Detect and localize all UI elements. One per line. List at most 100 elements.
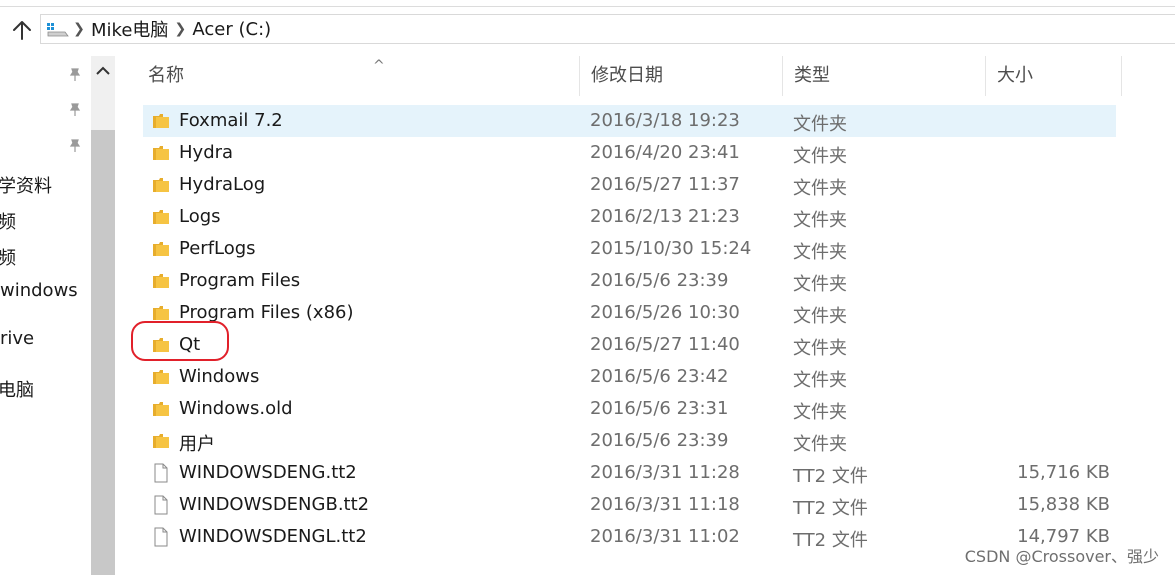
column-divider[interactable] [1121, 56, 1122, 96]
chevron-right-icon[interactable]: ❯ [170, 21, 190, 37]
folder-icon [151, 335, 171, 355]
file-row[interactable]: Foxmail 7.2 2016/3/18 19:23 文件夹 [143, 105, 1116, 137]
file-type: 文件夹 [793, 210, 847, 231]
folder-icon [151, 367, 171, 387]
nav-item[interactable]: rive [0, 328, 34, 349]
file-row[interactable]: 用户 2016/5/6 23:39 文件夹 [143, 425, 1116, 457]
window-top-edge [0, 0, 1175, 7]
scrollbar-thumb[interactable] [91, 130, 115, 575]
file-name: WINDOWSDENG.tt2 [179, 462, 357, 483]
column-headers: 名称 ^ 修改日期 类型 大小 [118, 56, 1175, 96]
up-arrow-icon[interactable] [10, 18, 34, 42]
pin-icon[interactable] [66, 66, 84, 84]
file-row[interactable]: HydraLog 2016/5/27 11:37 文件夹 [143, 169, 1116, 201]
folder-icon [151, 239, 171, 259]
file-row[interactable]: Program Files (x86) 2016/5/26 10:30 文件夹 [143, 297, 1116, 329]
file-type: 文件夹 [793, 306, 847, 327]
nav-item[interactable]: windows [0, 280, 78, 301]
file-row[interactable]: Logs 2016/2/13 21:23 文件夹 [143, 201, 1116, 233]
column-header-date[interactable]: 修改日期 [580, 56, 783, 96]
column-header-size-label: 大小 [997, 65, 1033, 86]
file-name: PerfLogs [179, 238, 256, 259]
pin-icon[interactable] [66, 101, 84, 119]
file-type: 文件夹 [793, 146, 847, 167]
file-date: 2016/3/31 11:18 [590, 494, 740, 515]
file-row[interactable]: Hydra 2016/4/20 23:41 文件夹 [143, 137, 1116, 169]
file-type: TT2 文件 [793, 498, 868, 519]
column-header-type[interactable]: 类型 [783, 56, 986, 96]
nav-item[interactable]: 频 [0, 244, 16, 270]
column-header-name[interactable]: 名称 ^ [137, 56, 580, 96]
file-type: TT2 文件 [793, 530, 868, 551]
file-date: 2016/5/6 23:39 [590, 430, 729, 451]
file-date: 2016/5/27 11:37 [590, 174, 740, 195]
drive-icon [47, 23, 69, 37]
file-type: 文件夹 [793, 402, 847, 423]
file-name: Windows.old [179, 398, 293, 419]
file-name: HydraLog [179, 174, 266, 195]
file-type: 文件夹 [793, 274, 847, 295]
nav-item[interactable]: 频 [0, 208, 16, 234]
file-icon [151, 495, 171, 515]
file-size: 15,838 KB [1017, 494, 1110, 515]
folder-icon [151, 399, 171, 419]
file-size: 15,716 KB [1017, 462, 1110, 483]
watermark: CSDN @Crossover、强少 [964, 547, 1159, 566]
file-row[interactable]: PerfLogs 2015/10/30 15:24 文件夹 [143, 233, 1116, 265]
file-row[interactable]: Windows 2016/5/6 23:42 文件夹 [143, 361, 1116, 393]
folder-icon [151, 303, 171, 323]
chevron-up-icon[interactable] [94, 62, 112, 80]
pin-icon[interactable] [66, 137, 84, 155]
file-name: WINDOWSDENGB.tt2 [179, 494, 370, 515]
file-type: 文件夹 [793, 434, 847, 455]
column-header-type-label: 类型 [794, 65, 830, 86]
file-date: 2016/5/27 11:40 [590, 334, 740, 355]
file-name: Qt [179, 334, 201, 355]
file-name: Foxmail 7.2 [179, 110, 283, 131]
file-date: 2015/10/30 15:24 [590, 238, 752, 259]
file-type: 文件夹 [793, 178, 847, 199]
file-row[interactable]: WINDOWSDENGB.tt2 2016/3/31 11:18 TT2 文件 15,… [143, 489, 1116, 521]
file-name: Program Files [179, 270, 301, 291]
file-type: 文件夹 [793, 370, 847, 391]
file-type: TT2 文件 [793, 466, 868, 487]
folder-icon [151, 175, 171, 195]
address-bar[interactable]: ❯ Mike电脑 ❯ Acer (C:) [40, 14, 1175, 44]
file-name: 用户 [179, 434, 215, 455]
nav-item[interactable]: 电脑 [0, 376, 34, 402]
folder-icon [151, 207, 171, 227]
chevron-right-icon[interactable]: ❯ [69, 21, 89, 37]
folder-icon [151, 271, 171, 291]
file-row[interactable]: WINDOWSDENG.tt2 2016/3/31 11:28 TT2 文件 15,7… [143, 457, 1116, 489]
column-header-date-label: 修改日期 [591, 65, 663, 86]
folder-icon [151, 143, 171, 163]
file-list: Foxmail 7.2 2016/3/18 19:23 文件夹 Hydra 2016/4… [143, 105, 1116, 553]
file-row[interactable]: Qt 2016/5/27 11:40 文件夹 [143, 329, 1116, 361]
file-type: 文件夹 [793, 338, 847, 359]
breadcrumb-computer[interactable]: Mike电脑 [89, 16, 170, 42]
file-type: 文件夹 [793, 114, 847, 135]
file-name: Hydra [179, 142, 234, 163]
nav-scrollbar[interactable] [91, 56, 115, 575]
file-icon [151, 463, 171, 483]
file-date: 2016/5/6 23:39 [590, 270, 729, 291]
file-name: WINDOWSDENGL.tt2 [179, 526, 367, 547]
file-name: Windows [179, 366, 260, 387]
sort-ascending-icon: ^ [373, 58, 385, 74]
breadcrumb-drive[interactable]: Acer (C:) [190, 19, 273, 40]
file-type: 文件夹 [793, 242, 847, 263]
file-name: Program Files (x86) [179, 302, 354, 323]
file-date: 2016/3/31 11:02 [590, 526, 740, 547]
column-header-name-label: 名称 [148, 65, 184, 86]
file-icon [151, 527, 171, 547]
file-date: 2016/5/26 10:30 [590, 302, 740, 323]
file-date: 2016/3/31 11:28 [590, 462, 740, 483]
nav-item[interactable]: 学资料 [0, 172, 52, 198]
file-date: 2016/4/20 23:41 [590, 142, 740, 163]
file-date: 2016/2/13 21:23 [590, 206, 740, 227]
column-header-size[interactable]: 大小 [986, 56, 1122, 96]
file-date: 2016/5/6 23:31 [590, 398, 729, 419]
file-row[interactable]: Program Files 2016/5/6 23:39 文件夹 [143, 265, 1116, 297]
file-row[interactable]: Windows.old 2016/5/6 23:31 文件夹 [143, 393, 1116, 425]
folder-icon [151, 111, 171, 131]
